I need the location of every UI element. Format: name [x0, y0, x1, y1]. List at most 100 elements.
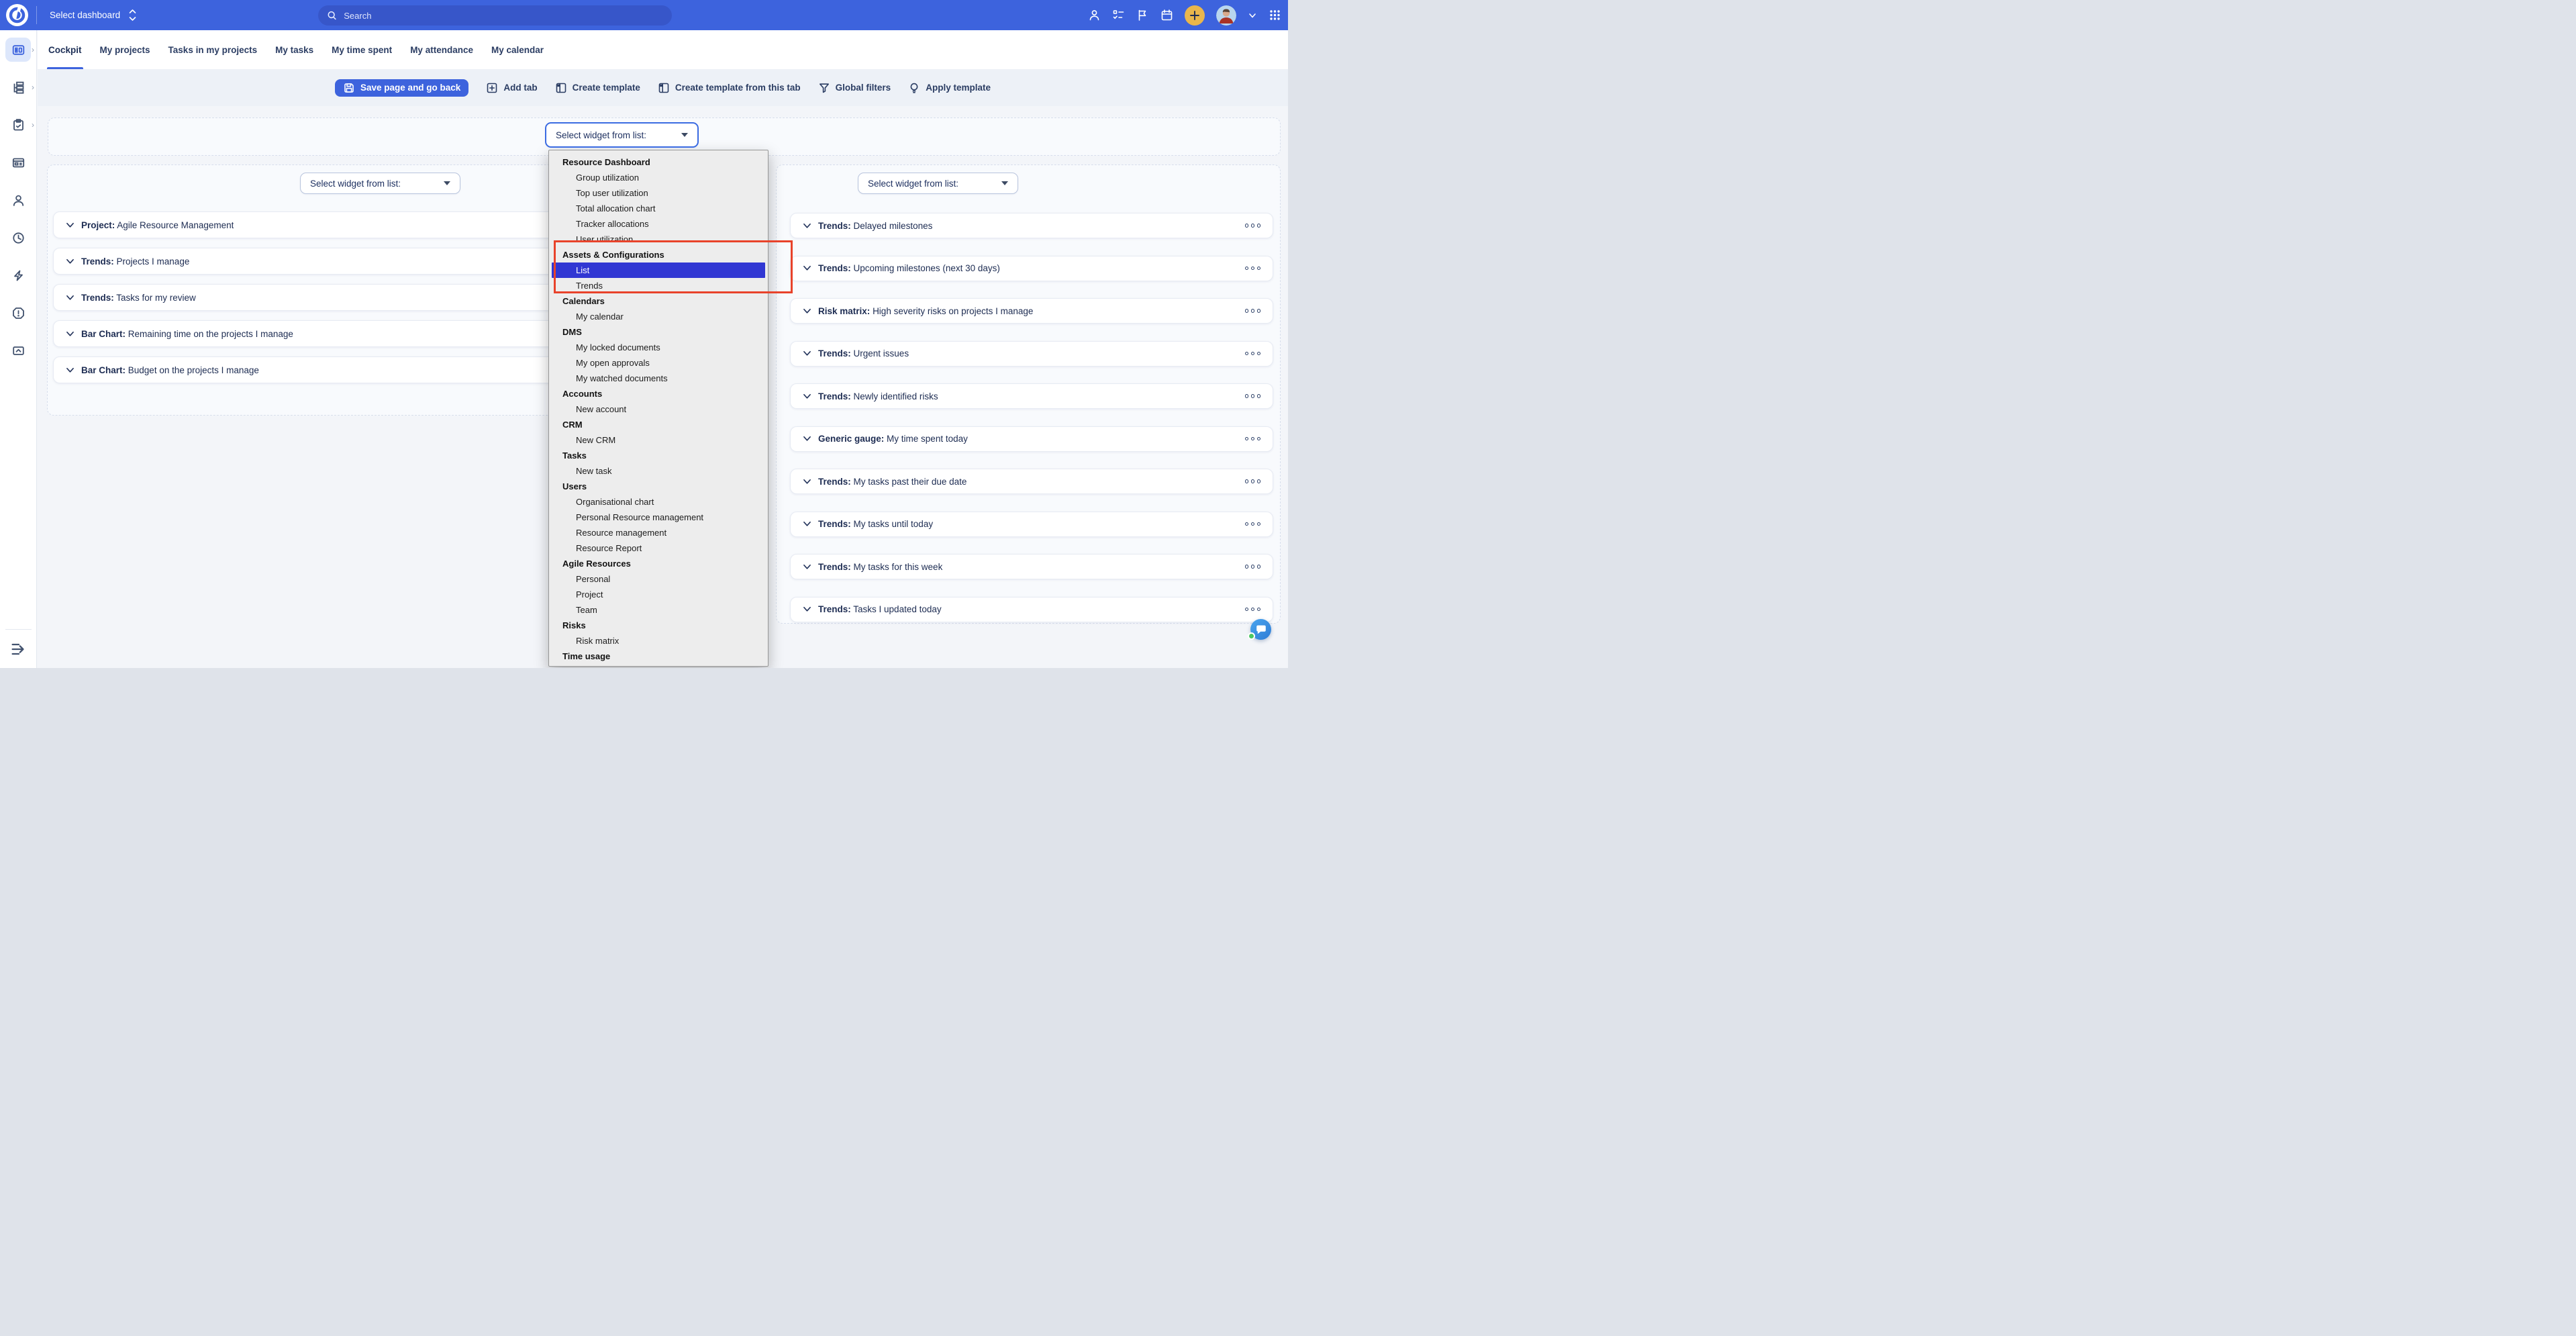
chevron-down-icon[interactable] [66, 330, 75, 338]
sidebar-item-dashboard[interactable]: › [0, 36, 37, 63]
widget-menu-option[interactable]: New CRM [549, 432, 768, 448]
widget-card[interactable]: Trends: Delayed milestones [790, 213, 1273, 238]
widget-menu-dots-icon[interactable] [1245, 565, 1261, 569]
widget-menu-option[interactable]: Resource Dashboard [549, 154, 768, 170]
widget-card[interactable]: Trends: Upcoming milestones (next 30 day… [790, 256, 1273, 281]
widget-menu-option[interactable]: Personal [549, 571, 768, 587]
widget-menu-dots-icon[interactable] [1245, 309, 1261, 313]
chevron-down-icon[interactable] [803, 520, 811, 528]
sidebar-item-projects[interactable]: › [0, 74, 37, 101]
widget-card[interactable]: Trends: Urgent issues [790, 341, 1273, 367]
sidebar-expand-chevron[interactable]: › [32, 45, 34, 54]
widget-card[interactable]: Trends: My tasks until today [790, 512, 1273, 537]
sidebar-item-risks[interactable] [0, 299, 37, 326]
sidebar-item-users[interactable] [0, 187, 37, 213]
chat-launcher[interactable] [1250, 619, 1271, 640]
create-new-button[interactable] [1185, 5, 1205, 26]
widget-menu-option[interactable]: List [552, 263, 765, 278]
chevron-down-icon[interactable] [66, 258, 75, 265]
sidebar-item-time[interactable] [0, 224, 37, 251]
widget-select-right[interactable]: Select widget from list: [858, 173, 1018, 194]
collapse-sidebar-icon[interactable] [9, 640, 28, 659]
user-icon[interactable] [1088, 9, 1101, 21]
chevron-down-icon[interactable] [803, 222, 811, 230]
widget-menu-dots-icon[interactable] [1245, 479, 1261, 483]
widget-card[interactable]: Trends: Tasks for my review [53, 284, 558, 311]
widget-menu-option[interactable]: Accounts [549, 386, 768, 401]
widget-select-left[interactable]: Select widget from list: [300, 173, 460, 194]
chevron-down-icon[interactable] [803, 350, 811, 357]
widget-menu-option[interactable]: Resource management [549, 525, 768, 540]
create-template-from-tab-button[interactable]: Create template from this tab [658, 82, 801, 94]
tab[interactable]: My tasks [275, 30, 313, 69]
add-tab-button[interactable]: Add tab [486, 82, 537, 94]
widget-card[interactable]: Bar Chart: Remaining time on the project… [53, 320, 558, 347]
chevron-down-icon[interactable] [803, 478, 811, 485]
app-logo-icon[interactable] [6, 4, 28, 26]
widget-menu-option[interactable]: Risks [549, 618, 768, 633]
sidebar-item-activity[interactable] [0, 262, 37, 289]
widget-menu-option[interactable]: New task [549, 463, 768, 479]
chevron-down-icon[interactable] [803, 393, 811, 400]
widget-menu-option[interactable]: Group utilization [549, 170, 768, 185]
widget-card[interactable]: Trends: My tasks past their due date [790, 469, 1273, 494]
widget-menu-option[interactable]: My locked documents [549, 340, 768, 355]
widget-card[interactable]: Trends: Newly identified risks [790, 383, 1273, 409]
chevron-down-icon[interactable] [1248, 11, 1257, 20]
widget-menu-option[interactable]: DMS [549, 324, 768, 340]
widget-select-top[interactable]: Select widget from list: [545, 122, 699, 148]
global-search[interactable] [318, 5, 672, 26]
create-template-button[interactable]: Create template [555, 82, 640, 94]
apply-template-button[interactable]: Apply template [908, 82, 991, 94]
widget-menu-option[interactable]: Assets & Configurations [549, 247, 768, 263]
widget-card[interactable]: Trends: My tasks for this week [790, 554, 1273, 579]
chevron-down-icon[interactable] [66, 294, 75, 301]
widget-menu-option[interactable]: Project [549, 587, 768, 602]
widget-menu-option[interactable]: User utilization [549, 232, 768, 247]
widget-menu-dots-icon[interactable] [1245, 522, 1261, 526]
widget-menu-option[interactable]: Tracker allocations [549, 216, 768, 232]
widget-menu-option[interactable]: My calendar [549, 309, 768, 324]
save-page-button[interactable]: Save page and go back [335, 79, 468, 97]
flag-icon[interactable] [1136, 9, 1149, 21]
tab[interactable]: My time spent [332, 30, 392, 69]
sidebar-item-widgets[interactable] [0, 149, 37, 176]
widget-menu-option[interactable]: Team [549, 602, 768, 618]
widget-menu-dots-icon[interactable] [1245, 352, 1261, 356]
widget-card[interactable]: Trends: Projects I manage [53, 248, 558, 275]
chevron-down-icon[interactable] [803, 563, 811, 571]
widget-menu-dots-icon[interactable] [1245, 608, 1261, 612]
widget-menu-option[interactable]: Top user utilization [549, 185, 768, 201]
widget-menu-option[interactable]: Trends [549, 278, 768, 293]
sidebar-expand-chevron[interactable]: › [32, 120, 34, 130]
sidebar-item-archive[interactable] [0, 337, 37, 364]
search-input[interactable] [342, 10, 663, 21]
widget-card[interactable]: Generic gauge: My time spent today [790, 426, 1273, 452]
apps-grid-icon[interactable] [1269, 9, 1281, 21]
widget-card[interactable]: Risk matrix: High severity risks on proj… [790, 298, 1273, 324]
global-filters-button[interactable]: Global filters [818, 82, 891, 94]
widget-menu-option[interactable]: Risk matrix [549, 633, 768, 649]
widget-menu-option[interactable]: Calendars [549, 293, 768, 309]
chevron-down-icon[interactable] [803, 307, 811, 315]
chevron-down-icon[interactable] [803, 265, 811, 272]
tab[interactable]: My attendance [410, 30, 473, 69]
widget-menu-option[interactable]: Time usage [549, 649, 768, 664]
widget-menu-option[interactable]: My watched documents [549, 371, 768, 386]
widget-menu-dots-icon[interactable] [1245, 437, 1261, 441]
chevron-down-icon[interactable] [66, 367, 75, 374]
widget-menu-option[interactable]: Personal Resource management [549, 510, 768, 525]
widget-menu-option[interactable]: CRM [549, 417, 768, 432]
chevron-down-icon[interactable] [803, 606, 811, 613]
sidebar-expand-chevron[interactable]: › [32, 83, 34, 92]
widget-card[interactable]: Bar Chart: Budget on the projects I mana… [53, 356, 558, 383]
widget-menu-option[interactable]: New account [549, 401, 768, 417]
tab[interactable]: Tasks in my projects [168, 30, 258, 69]
widget-menu-dots-icon[interactable] [1245, 394, 1261, 398]
tab[interactable]: My calendar [491, 30, 544, 69]
widget-menu-dots-icon[interactable] [1245, 224, 1261, 228]
widget-menu-option[interactable]: Organisational chart [549, 494, 768, 510]
widget-menu-option[interactable]: Agile Resources [549, 556, 768, 571]
widget-menu-dots-icon[interactable] [1245, 267, 1261, 271]
widget-menu-option[interactable]: Resource Report [549, 540, 768, 556]
